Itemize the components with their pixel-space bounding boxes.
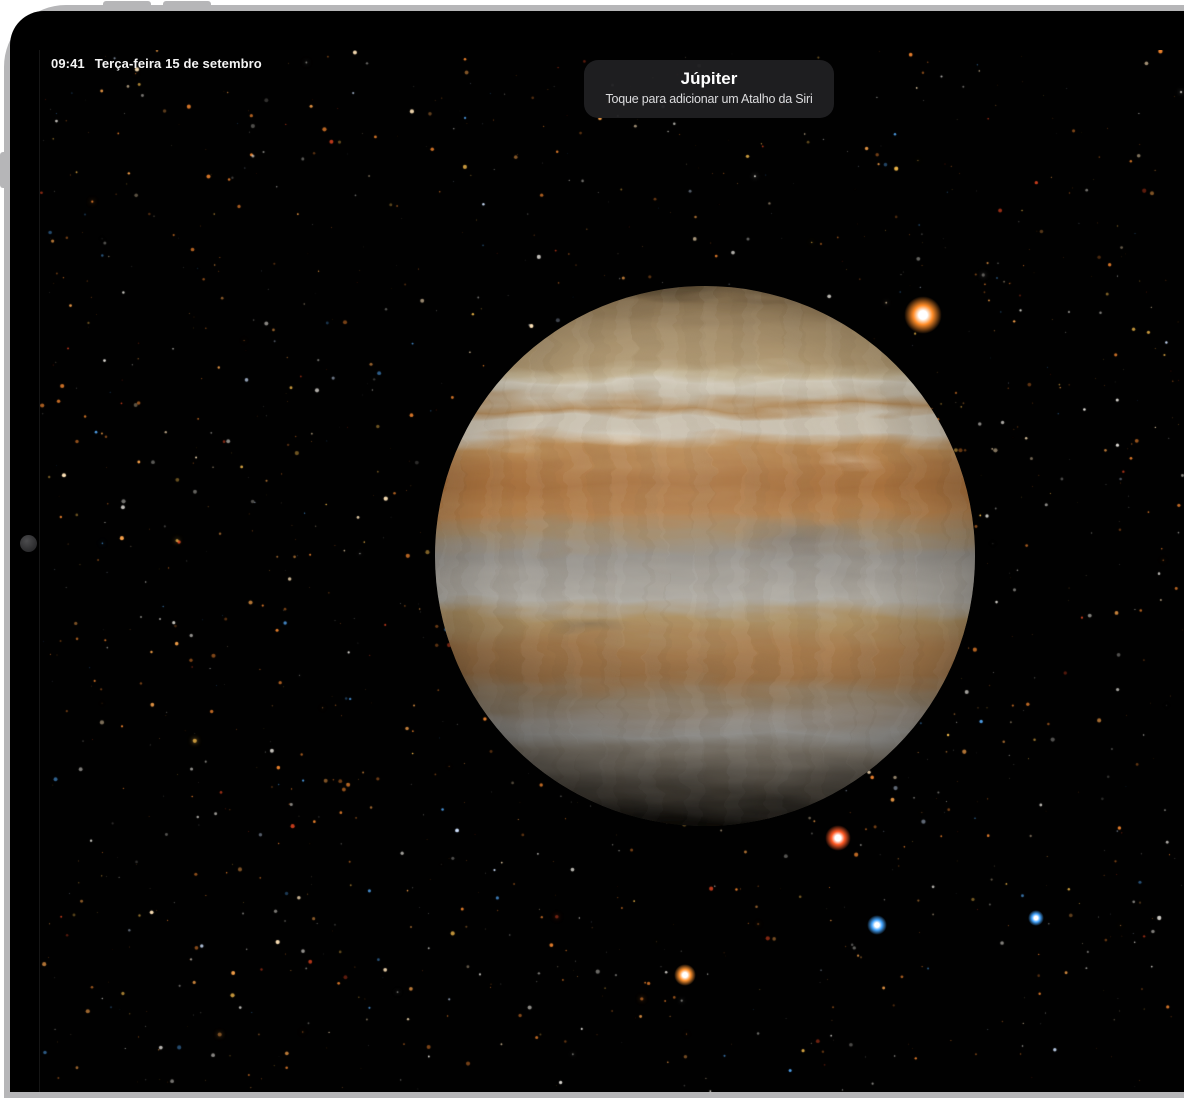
jupiter-shade <box>435 286 975 826</box>
device-screen: 09:41 Terça-feira 15 de setembro Júpiter… <box>10 11 1184 1092</box>
status-bar: 09:41 Terça-feira 15 de setembro <box>51 57 262 71</box>
status-date: Terça-feira 15 de setembro <box>95 57 262 71</box>
bright-star-icon <box>1028 910 1044 926</box>
bright-star-icon <box>825 825 851 851</box>
jupiter-planet <box>435 286 975 826</box>
device-frame: 09:41 Terça-feira 15 de setembro Júpiter… <box>4 5 1184 1098</box>
siri-suggestion-banner[interactable]: Júpiter Toque para adicionar um Atalho d… <box>584 60 834 118</box>
jupiter-wallpaper: 09:41 Terça-feira 15 de setembro Júpiter… <box>39 50 1184 1092</box>
siri-banner-subtitle: Toque para adicionar um Atalho da Siri <box>584 92 834 106</box>
siri-banner-title: Júpiter <box>584 68 834 89</box>
bright-star-icon <box>674 964 696 986</box>
bright-star-icon <box>867 915 887 935</box>
status-time: 09:41 <box>51 57 85 71</box>
front-camera-icon <box>20 535 37 552</box>
